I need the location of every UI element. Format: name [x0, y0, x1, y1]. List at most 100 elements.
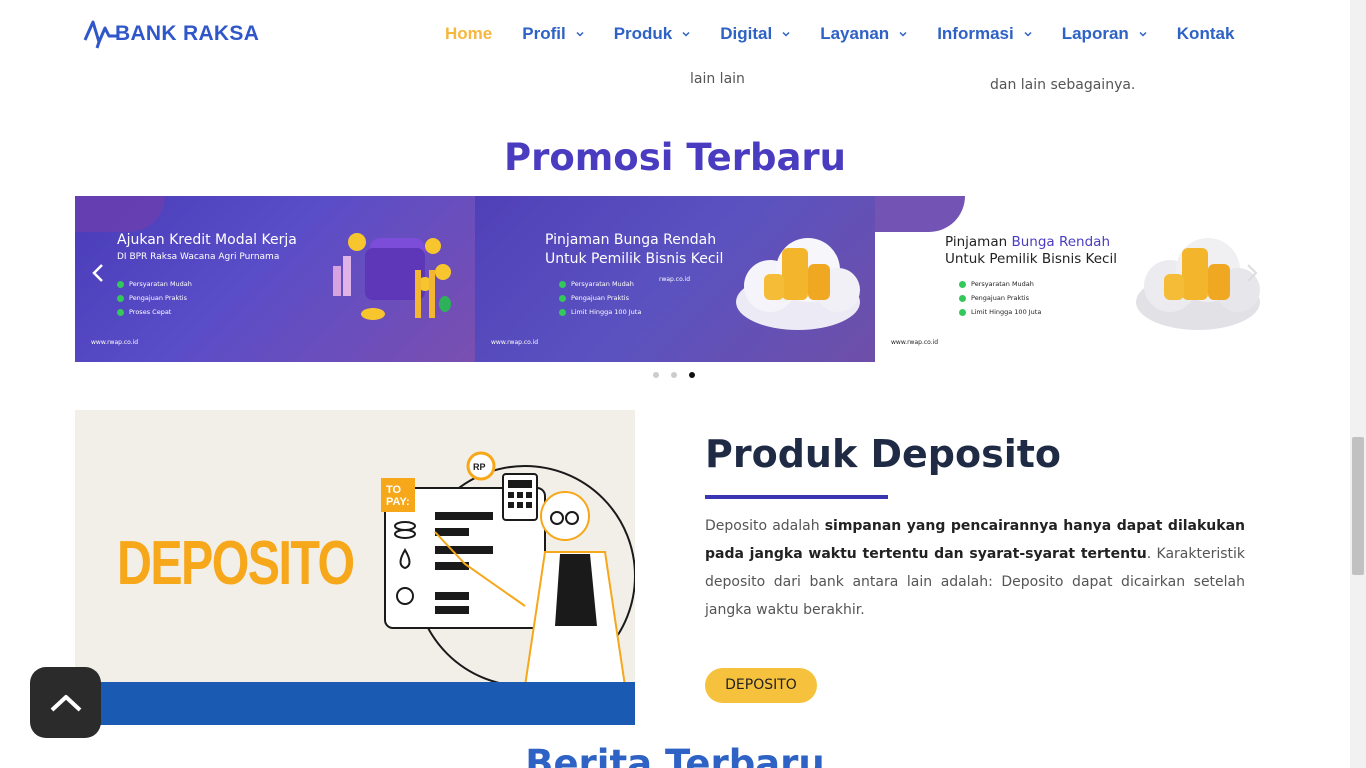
cloud-coins-illustration — [736, 238, 860, 330]
nav-laporan-label: Laporan — [1061, 24, 1129, 43]
to-pay-tag: TO — [386, 484, 402, 496]
deposito-title-underline — [705, 495, 888, 499]
slide-bullets: Persyaratan Mudah Pengajuan Praktis Limi… — [559, 280, 641, 322]
check-icon — [959, 308, 966, 316]
site-header: BANK RAKSA Home Profil Produk Digital La… — [0, 0, 1350, 68]
logo-icon — [83, 20, 117, 49]
chevron-down-icon — [782, 31, 790, 37]
nav-laporan[interactable]: Laporan — [1062, 24, 1147, 44]
bullet-item: Persyaratan Mudah — [117, 280, 192, 288]
deposito-image: DEPOSITO TO PAY: RP — [75, 410, 635, 725]
deposito-image-word: DEPOSITO — [117, 529, 355, 598]
check-icon — [117, 294, 124, 302]
carousel-dot-3[interactable] — [689, 372, 695, 378]
bullet-text: Pengajuan Praktis — [971, 294, 1029, 302]
deposito-description: Deposito adalah simpanan yang pencairann… — [705, 512, 1245, 624]
chevron-down-icon — [1024, 31, 1032, 37]
promo-slide-1[interactable]: Ajukan Kredit Modal Kerja DI BPR Raksa W… — [75, 196, 475, 362]
carousel-dots — [653, 372, 707, 378]
slide-url: www.rwap.co.id — [891, 339, 939, 346]
deposito-title: Produk Deposito — [705, 432, 1061, 476]
slide-heading-a: Pinjaman — [945, 234, 1008, 250]
nav-profil-label: Profil — [522, 24, 566, 43]
bullet-item: Limit Hingga 100 Juta — [559, 308, 641, 316]
to-pay-tag-2: PAY: — [386, 496, 410, 508]
nav-home[interactable]: Home — [445, 24, 492, 44]
payment-illustration: TO PAY: RP — [381, 451, 635, 686]
slide-subheading: Untuk Pemilik Bisnis Kecil — [545, 251, 724, 267]
slide-subheading: Untuk Pemilik Bisnis Kecil — [945, 251, 1117, 267]
slide-subheading: DI BPR Raksa Wacana Agri Purnama — [117, 252, 280, 262]
chevron-right-icon — [1247, 264, 1258, 282]
nav-layanan[interactable]: Layanan — [820, 24, 907, 44]
promo-carousel: Ajukan Kredit Modal Kerja DI BPR Raksa W… — [75, 196, 1275, 362]
slide-url: www.rwap.co.id — [91, 339, 139, 346]
chevron-left-icon — [92, 264, 103, 282]
nav-layanan-label: Layanan — [820, 24, 890, 43]
bullet-item: Pengajuan Praktis — [117, 294, 192, 302]
prev-section-text-b: dan lain sebagainya. — [990, 77, 1136, 93]
deposito-image-bar — [75, 682, 635, 725]
logo-text: BANK RAKSA — [115, 22, 260, 45]
prev-section-text-a: lain lain — [690, 71, 745, 87]
bullet-text: Persyaratan Mudah — [129, 280, 192, 288]
promo-slide-3[interactable]: Pinjaman Bunga Rendah Untuk Pemilik Bisn… — [875, 196, 1275, 362]
slide-heading: Ajukan Kredit Modal Kerja — [117, 232, 297, 248]
main-nav: Home Profil Produk Digital Layanan Infor… — [445, 24, 1234, 44]
bullet-item: Limit Hingga 100 Juta — [959, 308, 1041, 316]
slide-decor-blob — [875, 196, 965, 232]
slide-decor-blob — [75, 196, 165, 232]
bullet-text: Limit Hingga 100 Juta — [571, 308, 642, 316]
scrollbar-thumb[interactable] — [1352, 437, 1364, 575]
slide-heading: Pinjaman Bunga Rendah — [545, 232, 717, 248]
chevron-down-icon — [899, 31, 907, 37]
nav-profil[interactable]: Profil — [522, 24, 584, 44]
slide-heading-b: Bunga Rendah — [1011, 234, 1110, 250]
carousel-prev-button[interactable] — [88, 262, 108, 292]
nav-kontak[interactable]: Kontak — [1177, 24, 1235, 44]
back-to-top-button[interactable] — [30, 667, 101, 738]
check-icon — [559, 280, 566, 288]
nav-informasi[interactable]: Informasi — [937, 24, 1032, 44]
bullet-text: Persyaratan Mudah — [571, 280, 634, 288]
bullet-item: Persyaratan Mudah — [559, 280, 641, 288]
slide-url: www.rwap.co.id — [491, 339, 539, 346]
chevron-down-icon — [576, 31, 584, 37]
bullet-text: Pengajuan Praktis — [129, 294, 187, 302]
slide-bullets: Persyaratan Mudah Pengajuan Praktis Limi… — [959, 280, 1041, 322]
nav-home-label: Home — [445, 24, 493, 43]
bullet-item: Pengajuan Praktis — [959, 294, 1041, 302]
check-icon — [117, 308, 124, 316]
nav-produk-label: Produk — [613, 24, 673, 43]
promo-section-title: Promosi Terbaru — [503, 136, 847, 179]
chevron-up-icon — [50, 694, 81, 711]
chevron-down-icon — [682, 31, 690, 37]
rp-coin: RP — [473, 462, 486, 472]
slide-watermark: rwap.co.id — [659, 276, 691, 283]
nav-informasi-label: Informasi — [937, 24, 1014, 43]
promo-slide-2[interactable]: Pinjaman Bunga Rendah Untuk Pemilik Bisn… — [475, 196, 875, 362]
bullet-text: Persyaratan Mudah — [971, 280, 1034, 288]
bullet-item: Persyaratan Mudah — [959, 280, 1041, 288]
check-icon — [959, 280, 966, 288]
nav-digital-label: Digital — [720, 24, 773, 43]
deposito-button[interactable]: DEPOSITO — [705, 668, 817, 703]
nav-digital[interactable]: Digital — [720, 24, 790, 44]
bullet-item: Pengajuan Praktis — [559, 294, 641, 302]
carousel-dot-1[interactable] — [653, 372, 659, 378]
carousel-next-button[interactable] — [1242, 262, 1262, 292]
check-icon — [559, 294, 566, 302]
bullet-text: Pengajuan Praktis — [571, 294, 629, 302]
chevron-down-icon — [1139, 31, 1147, 37]
bank-logo[interactable]: BANK RAKSA — [83, 18, 259, 50]
slide-heading: Pinjaman Bunga Rendah — [945, 234, 1110, 250]
check-icon — [117, 280, 124, 288]
check-icon — [959, 294, 966, 302]
page-scrollbar[interactable] — [1350, 0, 1366, 768]
wallet-coins-illustration — [333, 233, 451, 320]
nav-produk[interactable]: Produk — [614, 24, 691, 44]
bullet-text: Proses Cepat — [129, 308, 172, 316]
check-icon — [559, 308, 566, 316]
carousel-dot-2[interactable] — [671, 372, 677, 378]
nav-kontak-label: Kontak — [1176, 24, 1235, 43]
